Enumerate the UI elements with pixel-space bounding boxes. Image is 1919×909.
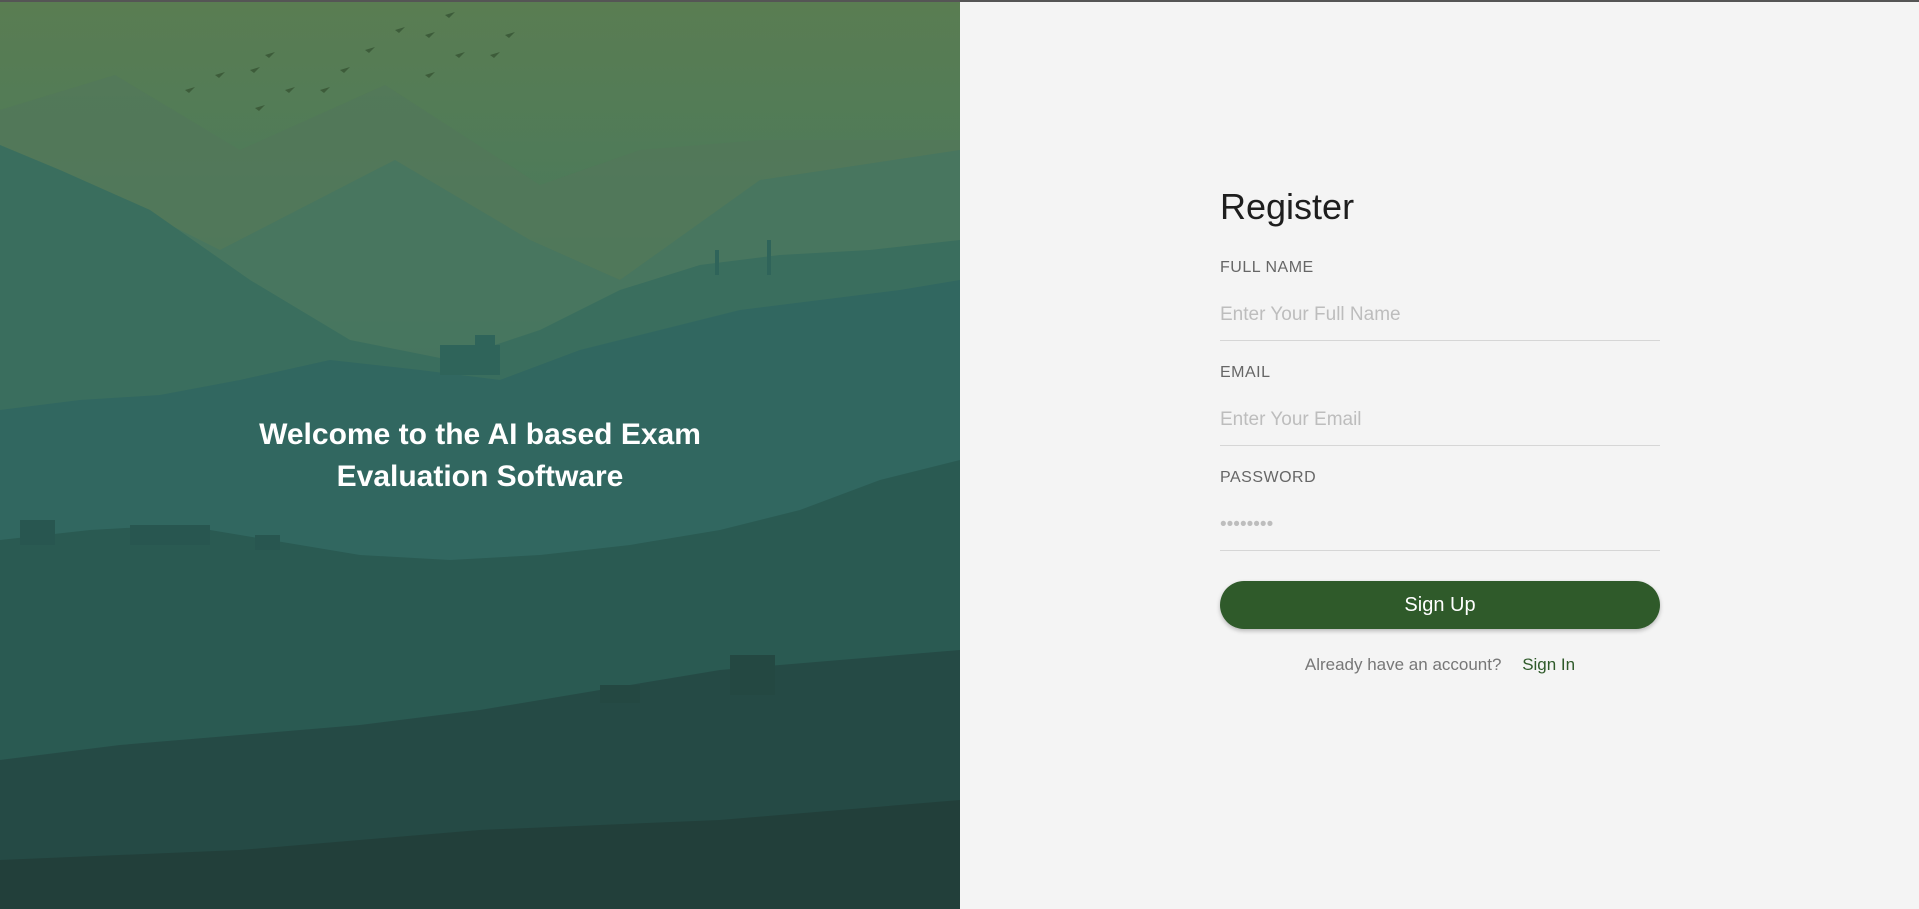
sign-in-prompt-text: Already have an account? (1304, 655, 1502, 674)
email-input[interactable] (1220, 395, 1660, 446)
register-form: Register FULL NAME EMAIL PASSWORD Sign U… (1220, 182, 1660, 675)
password-label: PASSWORD (1220, 469, 1317, 486)
sign-in-prompt: Already have an account? Sign In (1220, 655, 1660, 675)
hero-panel: Welcome to the AI based Exam Evaluation … (0, 0, 960, 909)
sign-in-link[interactable]: Sign In (1522, 655, 1575, 674)
email-label: EMAIL (1220, 364, 1271, 381)
email-field-group: EMAIL (1220, 363, 1660, 446)
form-title: Register (1220, 186, 1355, 227)
sign-up-button[interactable]: Sign Up (1220, 581, 1660, 629)
password-field-group: PASSWORD (1220, 468, 1660, 551)
welcome-heading: Welcome to the AI based Exam Evaluation … (230, 414, 730, 498)
welcome-line-2: Evaluation Software (336, 460, 624, 493)
full-name-label: FULL NAME (1220, 259, 1314, 276)
welcome-line-1: Welcome to the AI based Exam (259, 418, 701, 451)
full-name-input[interactable] (1220, 290, 1660, 341)
top-border (0, 0, 1919, 2)
full-name-field-group: FULL NAME (1220, 258, 1660, 341)
password-input[interactable] (1220, 500, 1660, 551)
register-panel: Register FULL NAME EMAIL PASSWORD Sign U… (960, 0, 1919, 909)
